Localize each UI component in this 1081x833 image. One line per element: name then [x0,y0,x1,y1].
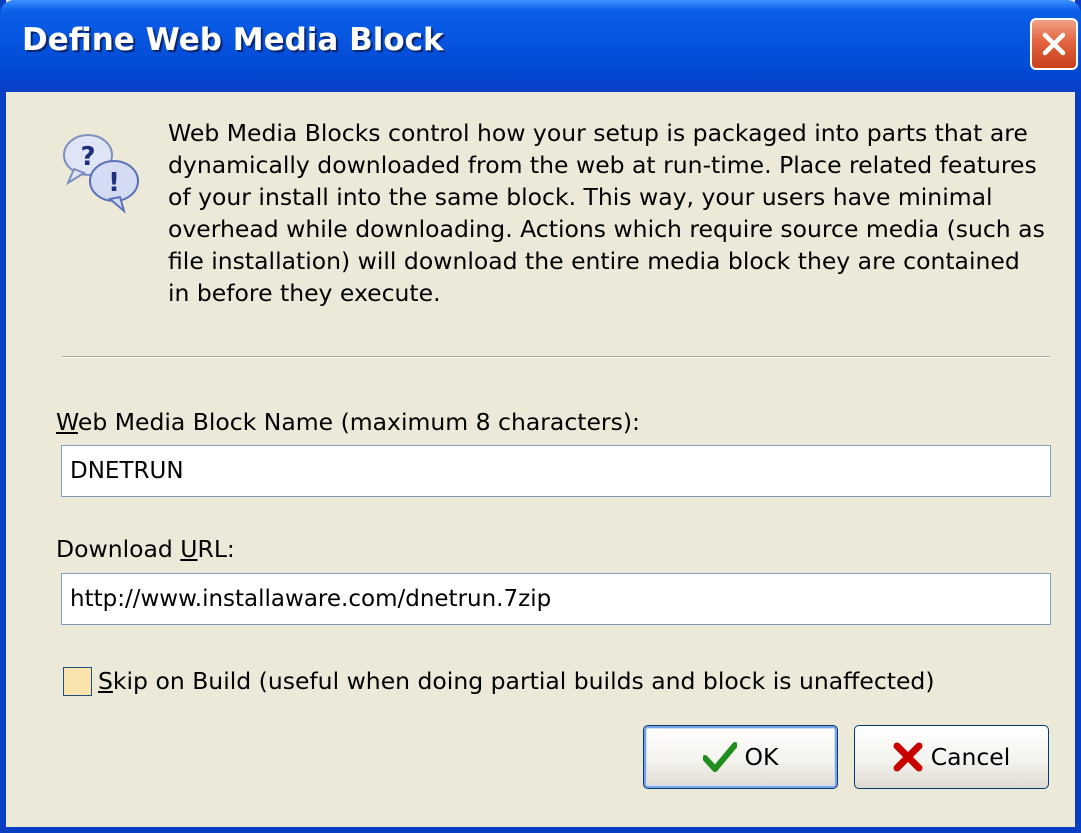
download-url-input[interactable] [61,573,1051,625]
svg-text:!: ! [108,168,120,198]
cancel-button[interactable]: Cancel [854,725,1049,789]
skip-on-build-checkbox[interactable] [63,667,92,696]
close-button[interactable] [1030,18,1078,70]
question-exclamation-bubbles-icon: ? ! [63,134,139,214]
window-title: Define Web Media Block [22,22,444,58]
close-icon [1042,32,1066,56]
separator [62,356,1050,358]
red-x-icon [893,742,923,772]
ok-button-label: OK [744,743,779,771]
checkmark-icon [702,742,737,772]
title-bar[interactable]: Define Web Media Block [0,0,1081,92]
dialog-window: Define Web Media Block ? ! Web Media Blo… [0,0,1081,833]
skip-on-build-label-accel: S [98,667,113,695]
ok-button[interactable]: OK [643,725,838,789]
block-name-label: Web Media Block Name (maximum 8 characte… [56,408,640,436]
block-name-input[interactable] [61,445,1051,497]
block-name-label-text: eb Media Block Name (maximum 8 character… [77,408,640,436]
description-text: Web Media Blocks control how your setup … [168,119,1045,307]
download-url-label-pre: Download [56,535,181,563]
block-name-label-accel: W [56,408,78,436]
skip-on-build-label[interactable]: Skip on Build (useful when doing partial… [98,667,935,695]
download-url-label-text: RL: [197,535,235,563]
download-url-label-accel: U [180,535,198,563]
svg-text:?: ? [80,142,95,172]
cancel-button-label: Cancel [930,743,1011,771]
skip-on-build-label-text: kip on Build (useful when doing partial … [112,667,935,695]
download-url-label: Download URL: [56,535,235,563]
